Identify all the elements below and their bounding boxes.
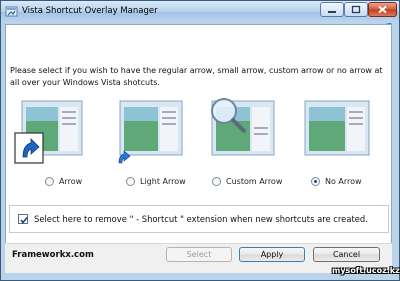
option-arrow[interactable]: Arrow <box>45 175 82 187</box>
preview-arrow-icon <box>14 100 83 164</box>
preview-light-arrow[interactable] <box>115 97 186 167</box>
maximize-icon <box>351 5 361 14</box>
preview-no-arrow-icon <box>304 100 370 156</box>
minimize-button[interactable] <box>320 2 344 17</box>
option-custom-arrow-label: Custom Arrow <box>226 176 283 186</box>
arrow-radio[interactable] <box>45 176 54 186</box>
checkmark-icon <box>20 217 28 224</box>
preview-custom-arrow-icon <box>211 98 275 156</box>
select-button[interactable]: Select <box>166 247 232 262</box>
remove-shortcut-extension-option[interactable]: Select here to remove " - Shortcut " ext… <box>18 214 368 224</box>
preview-light-arrow-icon <box>118 100 183 164</box>
app-icon <box>5 6 18 17</box>
instructions-text: Please select if you wish to have the re… <box>10 66 383 87</box>
preview-custom-arrow[interactable] <box>208 97 279 167</box>
brand-link[interactable]: Frameworkx.com <box>12 250 94 260</box>
title-bar[interactable]: Vista Shortcut Overlay Manager <box>1 1 399 23</box>
custom-arrow-radio[interactable] <box>212 176 221 186</box>
preview-no-arrow[interactable] <box>302 97 373 167</box>
option-custom-arrow[interactable]: Custom Arrow <box>212 175 282 187</box>
no-arrow-radio[interactable] <box>311 176 320 186</box>
maximize-button[interactable] <box>344 2 368 17</box>
minimize-icon <box>328 11 336 13</box>
light-arrow-radio[interactable] <box>126 176 135 186</box>
option-no-arrow-label: No Arrow <box>325 176 362 186</box>
option-light-arrow[interactable]: Light Arrow <box>126 175 186 187</box>
watermark: mysoft.ucoz.kz <box>332 266 400 275</box>
close-icon <box>378 5 387 14</box>
option-arrow-label: Arrow <box>59 176 83 186</box>
preview-arrow[interactable] <box>14 97 85 167</box>
option-no-arrow[interactable]: No Arrow <box>311 175 362 187</box>
remove-shortcut-checkbox[interactable] <box>18 214 28 224</box>
close-button[interactable] <box>368 2 397 17</box>
window-title: Vista Shortcut Overlay Manager <box>22 6 158 16</box>
option-light-arrow-label: Light Arrow <box>140 176 186 186</box>
apply-button[interactable]: Apply <box>239 247 305 262</box>
cancel-button[interactable]: Cancel <box>313 247 380 262</box>
remove-shortcut-label: Select here to remove " - Shortcut " ext… <box>34 214 368 224</box>
